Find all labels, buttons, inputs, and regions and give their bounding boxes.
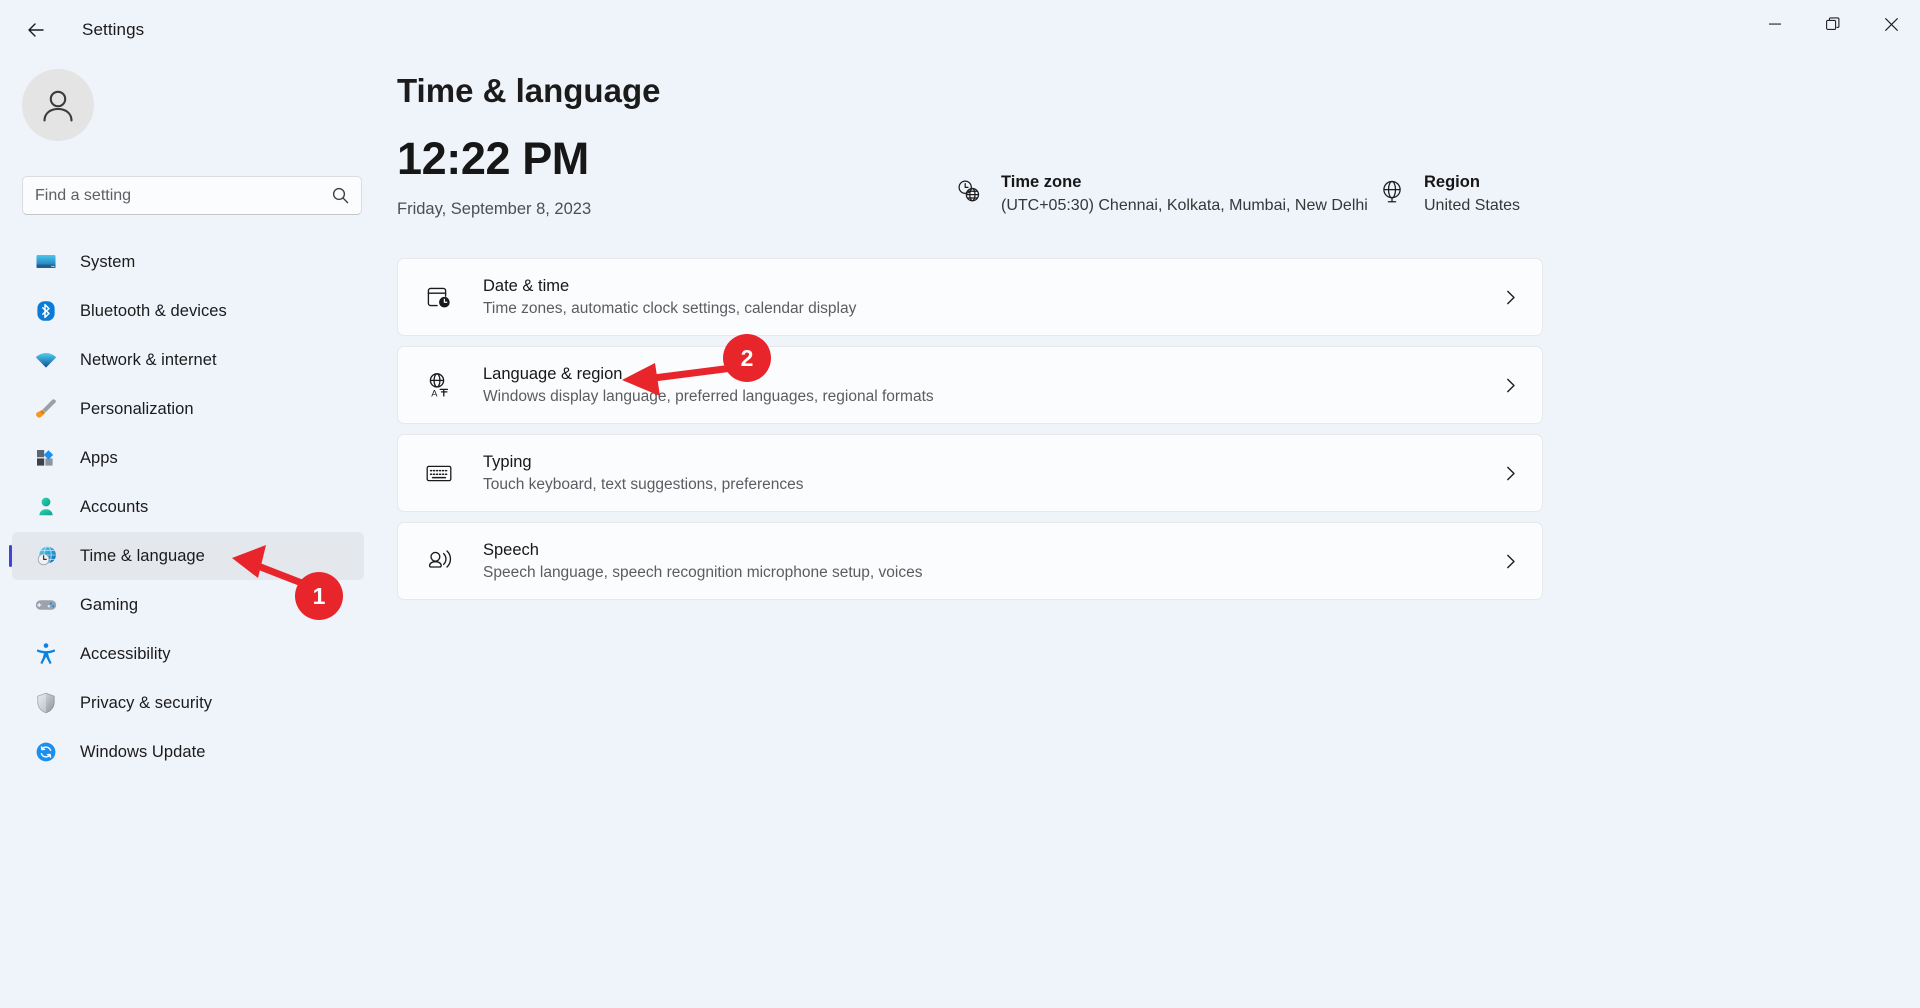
card-title: Date & time bbox=[483, 276, 570, 295]
gamepad-icon bbox=[33, 592, 59, 618]
person-icon bbox=[33, 494, 59, 520]
sidebar-item-label: Privacy & security bbox=[80, 693, 213, 712]
sidebar-item-network-internet[interactable]: Network & internet bbox=[12, 336, 364, 384]
card-subtitle: Touch keyboard, text suggestions, prefer… bbox=[483, 475, 804, 493]
region-title: Region bbox=[1424, 173, 1480, 191]
search-icon bbox=[332, 187, 349, 204]
shield-icon bbox=[33, 690, 59, 716]
settings-card-list: Date & time Time zones, automatic clock … bbox=[397, 258, 1543, 600]
apps-icon bbox=[33, 445, 59, 471]
time-zone-summary: Time zone (UTC+05:30) Chennai, Kolkata, … bbox=[954, 173, 1368, 215]
minimize-button[interactable] bbox=[1746, 0, 1804, 48]
card-subtitle: Time zones, automatic clock settings, ca… bbox=[483, 299, 857, 317]
region-summary: Region United States bbox=[1377, 173, 1520, 215]
sidebar-item-label: Network & internet bbox=[80, 350, 217, 369]
card-date-time[interactable]: Date & time Time zones, automatic clock … bbox=[397, 258, 1543, 336]
settings-window: Settings Find a setting System Bluetooth… bbox=[0, 0, 1920, 1008]
app-title: Settings bbox=[82, 20, 145, 39]
sidebar: System Bluetooth & devices bbox=[0, 60, 385, 1008]
search-input[interactable] bbox=[35, 186, 332, 205]
sidebar-item-privacy-security[interactable]: Privacy & security bbox=[12, 679, 364, 727]
sidebar-item-label: Time & language bbox=[80, 546, 205, 565]
sidebar-item-label: Bluetooth & devices bbox=[80, 301, 227, 320]
card-speech[interactable]: Speech Speech language, speech recogniti… bbox=[397, 522, 1543, 600]
maximize-button[interactable] bbox=[1804, 0, 1862, 48]
bluetooth-icon bbox=[33, 298, 59, 324]
card-typing[interactable]: Typing Touch keyboard, text suggestions,… bbox=[397, 434, 1543, 512]
sidebar-nav: System Bluetooth & devices Network & int… bbox=[9, 238, 364, 777]
card-subtitle: Windows display language, preferred lang… bbox=[483, 387, 934, 405]
avatar[interactable] bbox=[22, 69, 94, 141]
language-globe-icon: A bbox=[422, 368, 456, 402]
region-value: United States bbox=[1424, 197, 1521, 214]
speech-icon bbox=[422, 544, 456, 578]
page-title: Time & language bbox=[397, 72, 661, 109]
chevron-right-icon bbox=[1502, 465, 1519, 482]
back-arrow-icon bbox=[28, 23, 44, 37]
sidebar-item-accessibility[interactable]: Accessibility bbox=[12, 630, 364, 678]
monitor-icon bbox=[33, 249, 59, 275]
time-summary: 12:22 PM Friday, September 8, 2023 Time … bbox=[397, 136, 1920, 248]
time-zone-title: Time zone bbox=[1001, 173, 1082, 191]
chevron-right-icon bbox=[1502, 553, 1519, 570]
time-zone-value: (UTC+05:30) Chennai, Kolkata, Mumbai, Ne… bbox=[1001, 197, 1368, 214]
sidebar-item-label: Personalization bbox=[80, 399, 194, 418]
search-box[interactable] bbox=[22, 176, 362, 215]
minimize-icon bbox=[1769, 23, 1781, 25]
calendar-clock-icon bbox=[422, 280, 456, 314]
main-content: Time & language 12:22 PM Friday, Septemb… bbox=[397, 60, 1920, 610]
title-bar: Settings bbox=[0, 0, 1920, 60]
sidebar-item-label: System bbox=[80, 252, 136, 271]
window-controls bbox=[1746, 0, 1920, 48]
sidebar-item-apps[interactable]: Apps bbox=[12, 434, 364, 482]
sidebar-item-label: Gaming bbox=[80, 595, 139, 614]
restore-icon bbox=[1826, 17, 1840, 30]
card-title: Language & region bbox=[483, 364, 623, 383]
clock-globe-icon bbox=[33, 543, 59, 569]
paintbrush-icon bbox=[33, 396, 59, 422]
close-button[interactable] bbox=[1862, 0, 1920, 48]
close-icon bbox=[1884, 17, 1898, 31]
chevron-right-icon bbox=[1502, 377, 1519, 394]
card-title: Speech bbox=[483, 540, 539, 559]
sidebar-item-bluetooth-devices[interactable]: Bluetooth & devices bbox=[12, 287, 364, 335]
accessibility-icon bbox=[33, 641, 59, 667]
svg-text:A: A bbox=[431, 387, 438, 398]
globe-icon bbox=[1377, 176, 1407, 206]
sidebar-item-label: Windows Update bbox=[80, 742, 206, 761]
card-language-region[interactable]: A Language & region Windows display lang… bbox=[397, 346, 1543, 424]
card-subtitle: Speech language, speech recognition micr… bbox=[483, 563, 923, 581]
annotation-badge-1: 1 bbox=[295, 572, 343, 620]
keyboard-icon bbox=[422, 456, 456, 490]
sidebar-item-label: Apps bbox=[80, 448, 118, 467]
sidebar-item-windows-update[interactable]: Windows Update bbox=[12, 728, 364, 776]
sidebar-item-personalization[interactable]: Personalization bbox=[12, 385, 364, 433]
sidebar-item-system[interactable]: System bbox=[12, 238, 364, 286]
sidebar-item-accounts[interactable]: Accounts bbox=[12, 483, 364, 531]
wifi-icon bbox=[33, 347, 59, 373]
sidebar-item-label: Accounts bbox=[80, 497, 149, 516]
sidebar-item-label: Accessibility bbox=[80, 644, 171, 663]
clock-globe-icon bbox=[954, 176, 984, 206]
update-refresh-icon bbox=[33, 739, 59, 765]
annotation-badge-2: 2 bbox=[723, 334, 771, 382]
user-avatar-icon bbox=[43, 90, 73, 122]
chevron-right-icon bbox=[1502, 289, 1519, 306]
back-button[interactable] bbox=[14, 8, 58, 52]
card-title: Typing bbox=[483, 452, 532, 471]
